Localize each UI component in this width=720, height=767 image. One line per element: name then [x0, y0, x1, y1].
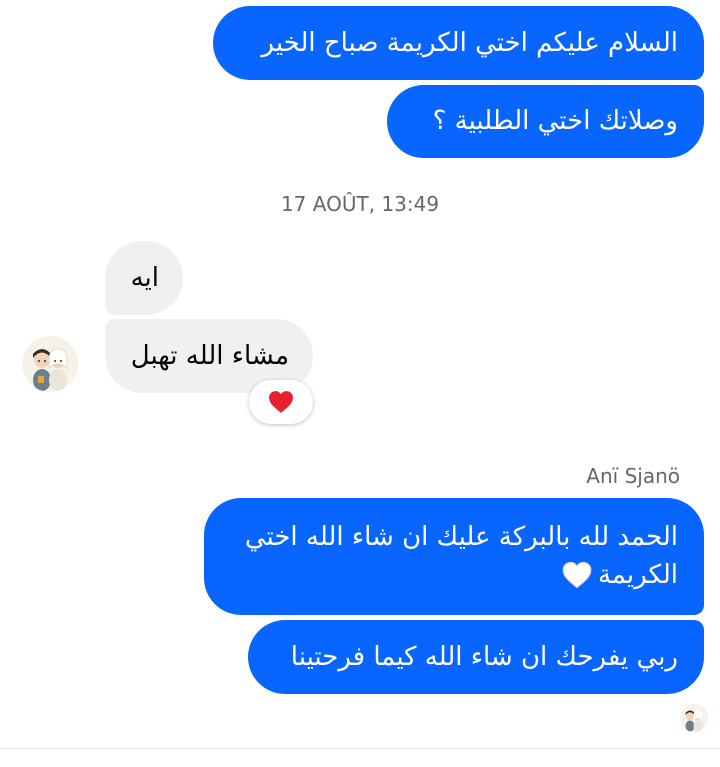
red-heart-icon: [269, 391, 293, 413]
message-text: مشاء الله تهبل: [130, 341, 289, 371]
message-text: ربي يفرحك ان شاء الله كيما فرحتينا: [290, 642, 678, 672]
message-reaction[interactable]: [249, 380, 313, 424]
message-text: السلام عليكم اختي الكريمة صباح الخير: [261, 28, 678, 58]
message-text: الكريمة: [597, 560, 678, 590]
composer-divider: [0, 748, 720, 767]
outgoing-message-2[interactable]: وصلاتك اختي الطلبية ؟: [387, 85, 704, 158]
outgoing-message-1[interactable]: السلام عليكم اختي الكريمة صباح الخير: [213, 6, 704, 80]
read-receipt-avatar: [680, 704, 708, 732]
message-text: وصلاتك اختي الطلبية ؟: [432, 106, 678, 136]
message-text: ايه: [130, 263, 159, 293]
message-text-line-2: الكريمة: [224, 556, 678, 594]
conversation-timestamp: 17 AOÛT, 13:49: [280, 192, 440, 216]
message-text-line-1: الحمد لله بالبركة عليك ان شاء الله اختي: [244, 522, 678, 552]
contact-avatar[interactable]: [22, 336, 78, 392]
white-heart-icon: [562, 561, 592, 589]
sender-name: Anï Sjanö: [586, 464, 680, 488]
incoming-message-1[interactable]: ايه: [105, 241, 183, 315]
outgoing-message-4[interactable]: ربي يفرحك ان شاء الله كيما فرحتينا: [248, 620, 704, 694]
outgoing-message-3[interactable]: الحمد لله بالبركة عليك ان شاء الله اختي …: [204, 498, 704, 615]
